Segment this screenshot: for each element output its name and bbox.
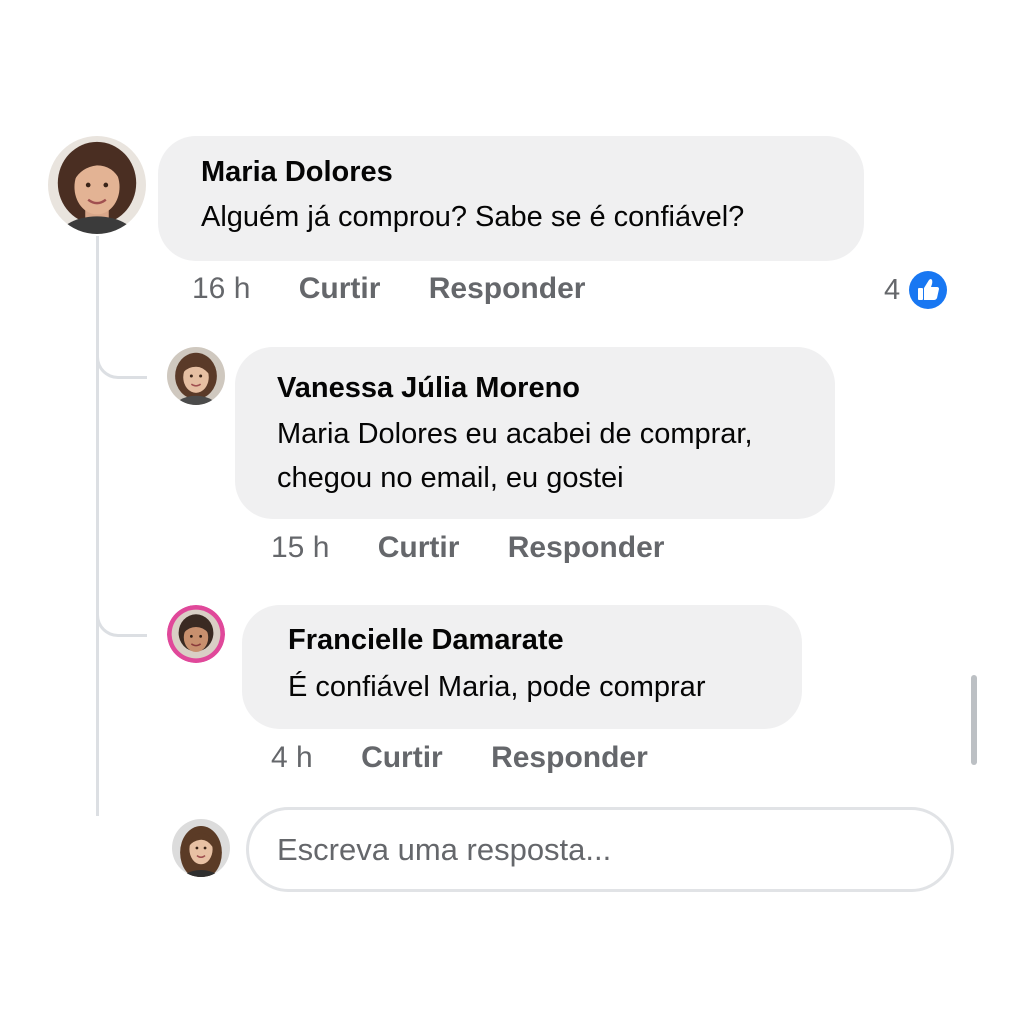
reply-text-line: chegou no email, eu gostei [277, 462, 624, 494]
reply-actions: 15 h Curtir Responder [271, 531, 664, 565]
reply-text-line: Maria Dolores eu acabei de comprar, [277, 418, 753, 450]
thread-connector [96, 596, 147, 637]
reply-author[interactable]: Francielle Damarate [288, 623, 564, 657]
reply-button[interactable]: Responder [508, 531, 665, 564]
like-button[interactable]: Curtir [361, 741, 443, 774]
like-icon [909, 271, 948, 309]
reply-input[interactable]: Escreva uma resposta... [246, 807, 954, 892]
like-button[interactable]: Curtir [378, 531, 460, 564]
reply-actions: 4 h Curtir Responder [271, 741, 648, 775]
reaction-count: 4 [884, 273, 901, 306]
thread-connector [96, 338, 147, 379]
avatar[interactable] [167, 605, 225, 663]
scrollbar-thumb[interactable] [971, 675, 977, 765]
comment-actions: 16 h Curtir Responder [192, 272, 585, 306]
comment-author[interactable]: Maria Dolores [201, 155, 393, 189]
avatar-image [172, 819, 230, 877]
reply-button[interactable]: Responder [429, 272, 586, 305]
comment-time[interactable]: 16 h [192, 272, 250, 305]
reply-bubble[interactable]: Francielle Damarate É confiável Maria, p… [242, 605, 802, 729]
avatar-image [167, 605, 225, 663]
like-button[interactable]: Curtir [299, 272, 381, 305]
avatar[interactable] [167, 347, 225, 405]
reply-author[interactable]: Vanessa Júlia Moreno [277, 371, 580, 405]
thread-line [96, 236, 99, 816]
avatar-image [48, 136, 146, 234]
avatar-image [167, 347, 225, 405]
reaction-summary[interactable]: 4 [884, 270, 948, 310]
avatar[interactable] [48, 136, 146, 234]
comment-text: Alguém já comprou? Sabe se é confiável? [201, 201, 745, 233]
reply-input-placeholder: Escreva uma resposta... [277, 831, 612, 867]
comment-bubble[interactable]: Maria Dolores Alguém já comprou? Sabe se… [158, 136, 864, 261]
current-user-avatar[interactable] [172, 819, 230, 877]
reply-button[interactable]: Responder [491, 741, 648, 774]
reply-time[interactable]: 4 h [271, 741, 313, 774]
reply-bubble[interactable]: Vanessa Júlia Moreno Maria Dolores eu ac… [235, 347, 835, 519]
reply-time[interactable]: 15 h [271, 531, 329, 564]
reply-text: É confiável Maria, pode comprar [288, 671, 706, 703]
